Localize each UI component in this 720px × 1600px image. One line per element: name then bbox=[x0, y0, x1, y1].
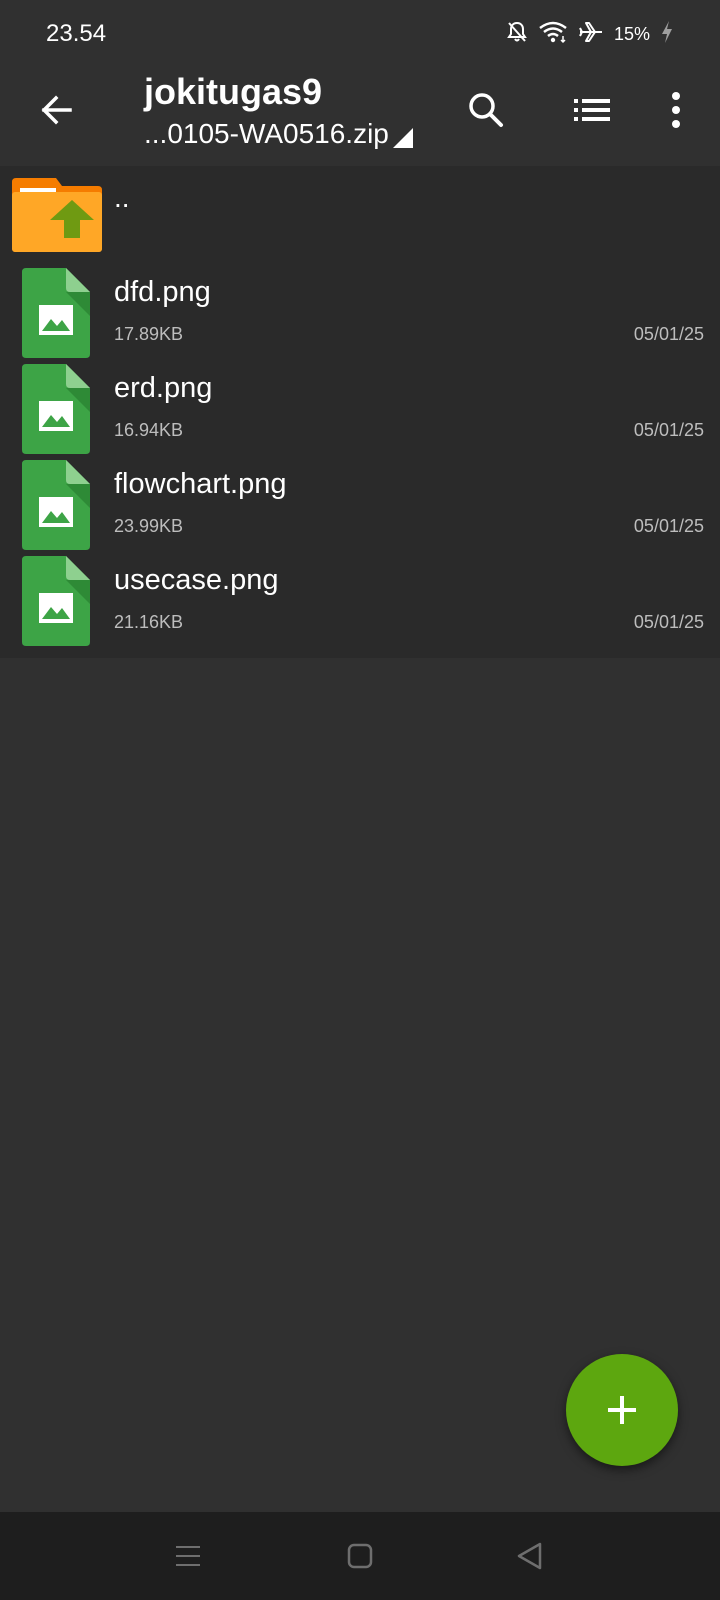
home-nav-button[interactable] bbox=[338, 1534, 382, 1578]
file-date: 05/01/25 bbox=[633, 420, 704, 440]
file-date: 05/01/25 bbox=[633, 324, 704, 344]
home-nav-icon bbox=[347, 1543, 373, 1569]
list-item[interactable]: usecase.png 21.16KB 05/01/25 bbox=[0, 550, 720, 646]
add-fab-button[interactable] bbox=[566, 1354, 678, 1466]
bell-off-icon bbox=[506, 20, 528, 49]
file-name: erd.png bbox=[114, 372, 213, 404]
file-date: 05/01/25 bbox=[633, 516, 704, 536]
status-time: 23.54 bbox=[46, 20, 107, 47]
dropdown-triangle-icon bbox=[392, 128, 413, 148]
more-options-icon bbox=[672, 92, 680, 128]
file-date: 05/01/25 bbox=[633, 612, 704, 632]
status-bar: 23.54 15% bbox=[0, 0, 720, 64]
status-icons: 15% bbox=[506, 18, 674, 50]
file-size: 21.16KB bbox=[114, 612, 184, 632]
image-file-icon bbox=[22, 460, 90, 550]
list-item[interactable]: dfd.png 17.89KB 05/01/25 bbox=[0, 262, 720, 358]
image-file-icon bbox=[22, 268, 90, 358]
page-title: jokitugas9 bbox=[144, 71, 323, 112]
wifi-icon bbox=[538, 20, 568, 49]
list-item[interactable]: erd.png 16.94KB 05/01/25 bbox=[0, 358, 720, 454]
battery-percent: 15% bbox=[613, 23, 650, 44]
archive-path: ...0105-WA0516.zip bbox=[144, 118, 389, 149]
archive-path-selector[interactable]: ...0105-WA0516.zip bbox=[144, 116, 413, 152]
plus-icon bbox=[608, 1396, 636, 1424]
list-view-icon bbox=[574, 99, 610, 121]
recents-nav-button[interactable] bbox=[166, 1534, 210, 1578]
arrow-left-icon bbox=[41, 95, 72, 125]
back-button[interactable] bbox=[30, 84, 82, 136]
back-nav-icon bbox=[517, 1542, 542, 1570]
file-list: .. dfd.png 17.89KB 05/01/25 erd.png 16.9… bbox=[0, 166, 720, 658]
file-size: 16.94KB bbox=[114, 420, 184, 440]
parent-directory-row[interactable]: .. bbox=[0, 166, 720, 262]
app-bar: jokitugas9 ...0105-WA0516.zip bbox=[0, 64, 720, 164]
search-icon bbox=[469, 93, 503, 127]
image-file-icon bbox=[22, 556, 90, 646]
file-size: 23.99KB bbox=[114, 516, 184, 536]
search-button[interactable] bbox=[460, 84, 512, 136]
folder-up-icon bbox=[12, 178, 102, 252]
menu-nav-icon bbox=[176, 1546, 200, 1566]
file-name: dfd.png bbox=[114, 276, 211, 308]
parent-directory-label: .. bbox=[114, 182, 130, 213]
charging-icon bbox=[660, 20, 674, 49]
file-name: flowchart.png bbox=[114, 468, 287, 500]
file-size: 17.89KB bbox=[114, 324, 184, 344]
screen: 23.54 15% jokitugas9 ...0105-WA0516.zip … bbox=[0, 0, 720, 1600]
list-item[interactable]: flowchart.png 23.99KB 05/01/25 bbox=[0, 454, 720, 550]
back-nav-button[interactable] bbox=[508, 1534, 552, 1578]
image-file-icon bbox=[22, 364, 90, 454]
list-view-button[interactable] bbox=[566, 84, 618, 136]
more-options-button[interactable] bbox=[650, 84, 702, 136]
file-name: usecase.png bbox=[114, 564, 279, 596]
system-nav-bar bbox=[0, 1512, 720, 1600]
title-block[interactable]: jokitugas9 ...0105-WA0516.zip bbox=[144, 70, 413, 152]
airplane-icon bbox=[578, 20, 604, 49]
